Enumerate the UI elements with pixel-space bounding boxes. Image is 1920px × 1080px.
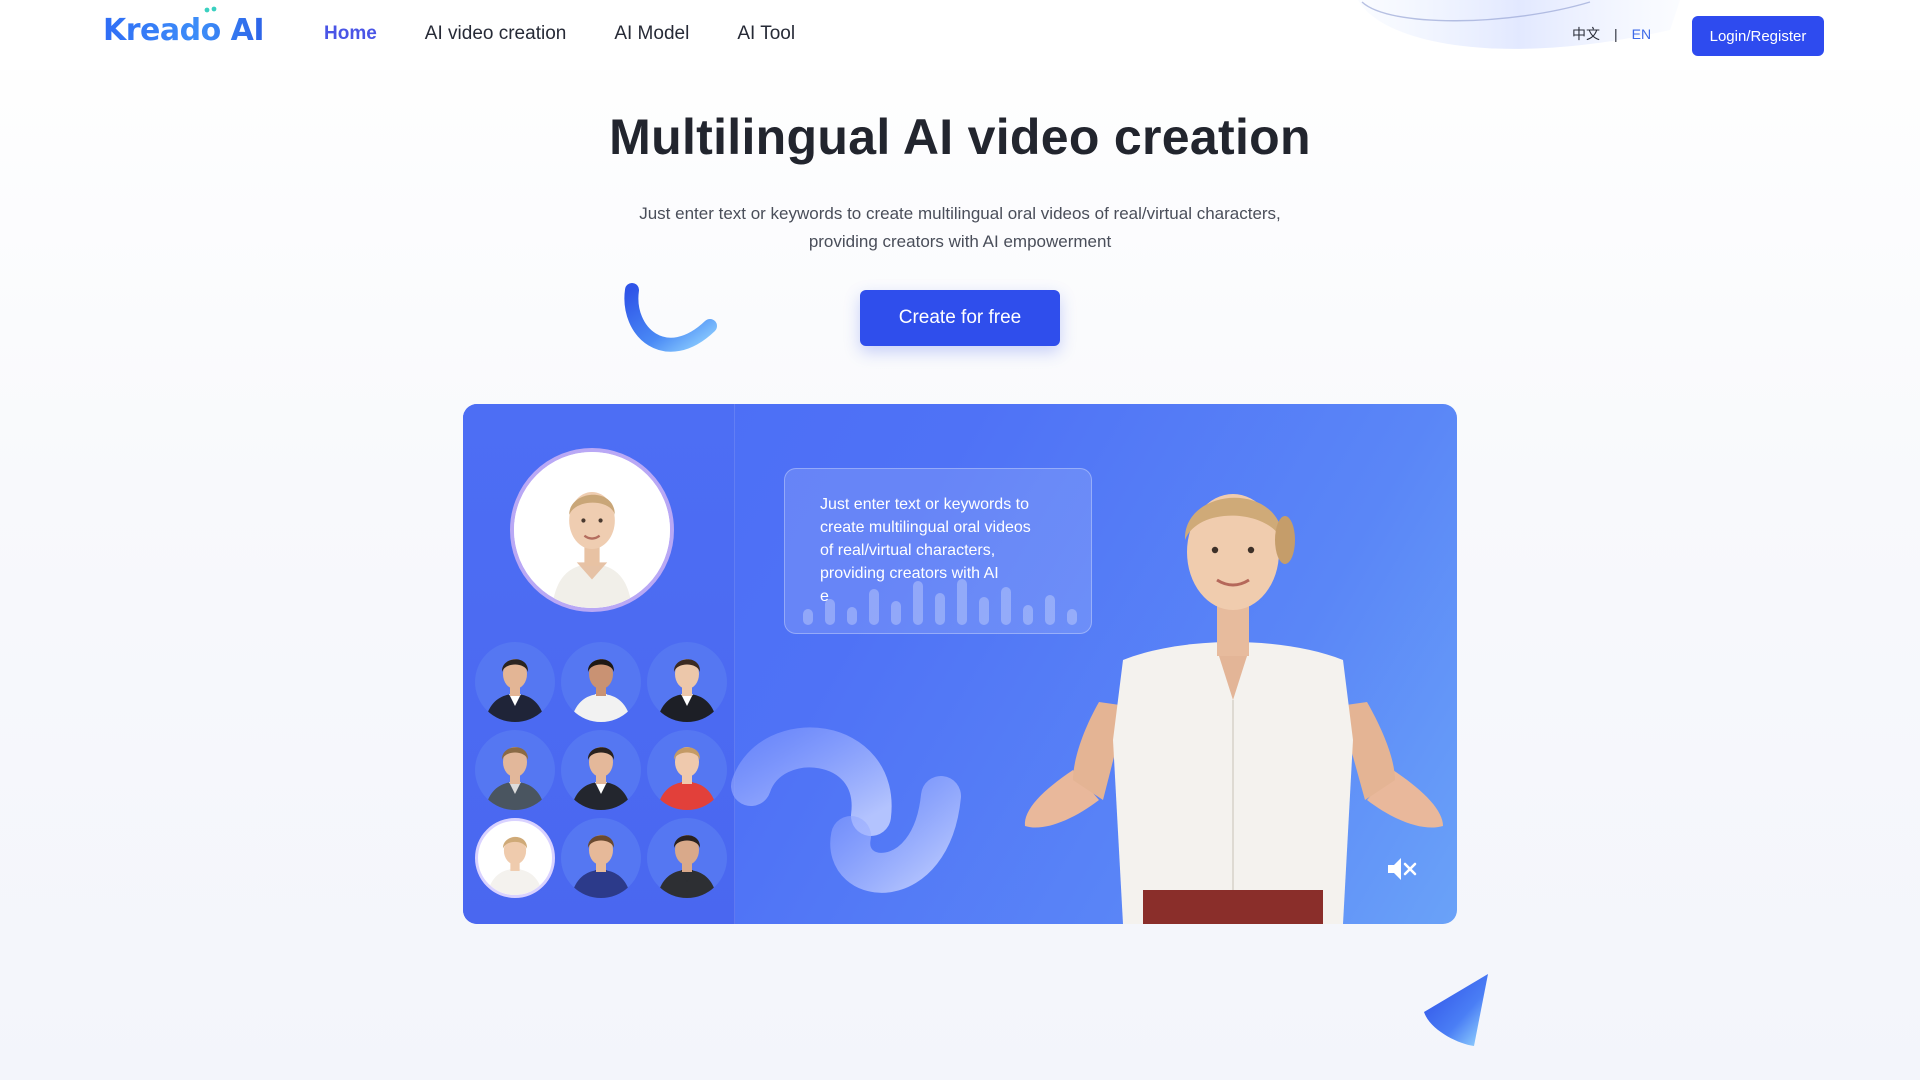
selected-avatar-preview	[510, 448, 674, 612]
mute-speaker-icon[interactable]	[1385, 854, 1417, 884]
logo-dots-icon	[204, 6, 217, 13]
avatar-woman-white[interactable]	[475, 818, 555, 898]
lang-separator: |	[1614, 26, 1618, 42]
demo-video-panel: Just enter text or keywords to create mu…	[463, 404, 1457, 924]
avatar-thumbnail-grid	[475, 642, 727, 898]
nav-home[interactable]: Home	[324, 20, 377, 48]
cone-decoration	[1424, 974, 1488, 1046]
nav-ai-tool[interactable]: AI Tool	[737, 20, 795, 48]
hero-title: Multilingual AI video creation	[609, 109, 1311, 165]
avatar-person-icon	[657, 659, 717, 722]
avatar-person-icon	[487, 836, 543, 895]
ring-decoration	[731, 727, 961, 893]
avatar-woman-red[interactable]	[647, 730, 727, 810]
avatar-person-icon	[571, 747, 631, 810]
avatar-man-suit-1[interactable]	[475, 642, 555, 722]
kreado-logo[interactable]: Kreado AI	[103, 6, 265, 50]
logo-text: Kreado AI	[103, 12, 265, 48]
lang-zh-option[interactable]: 中文	[1572, 24, 1600, 44]
lang-en-option[interactable]: EN	[1632, 26, 1651, 42]
avatar-picker	[463, 404, 735, 924]
main-nav: Home AI video creation AI Model AI Tool	[324, 20, 795, 48]
create-for-free-button[interactable]: Create for free	[860, 290, 1060, 346]
nav-ai-model[interactable]: AI Model	[614, 20, 689, 48]
nav-ai-video-creation[interactable]: AI video creation	[425, 20, 567, 48]
avatar-man-beard[interactable]	[561, 642, 641, 722]
hero-subtitle-line: providing creators with AI empowerment	[808, 232, 1112, 251]
avatar-man-dark[interactable]	[647, 818, 727, 898]
avatar-person-icon	[571, 835, 631, 898]
avatar-person-icon	[571, 659, 631, 722]
avatar-person-icon	[657, 747, 717, 810]
avatar-person-icon	[485, 747, 545, 810]
avatar-person-icon	[657, 835, 717, 898]
avatar-man-glasses[interactable]	[475, 730, 555, 810]
avatar-man-blue[interactable]	[561, 818, 641, 898]
login-register-button[interactable]: Login/Register	[1692, 16, 1824, 56]
avatar-woman-blazer[interactable]	[647, 642, 727, 722]
language-switch: 中文 | EN	[1572, 24, 1651, 44]
avatar-person-icon	[485, 659, 545, 722]
hero-subtitle-line: Just enter text or keywords to create mu…	[639, 204, 1281, 223]
avatar-man-suit-2[interactable]	[561, 730, 641, 810]
top-header: Kreado AI Home AI video creation AI Mode…	[0, 0, 1920, 70]
arc-decoration	[624, 283, 717, 352]
hero-subtitle: Just enter text or keywords to create mu…	[560, 200, 1360, 256]
woman-avatar-illustration	[514, 452, 670, 608]
